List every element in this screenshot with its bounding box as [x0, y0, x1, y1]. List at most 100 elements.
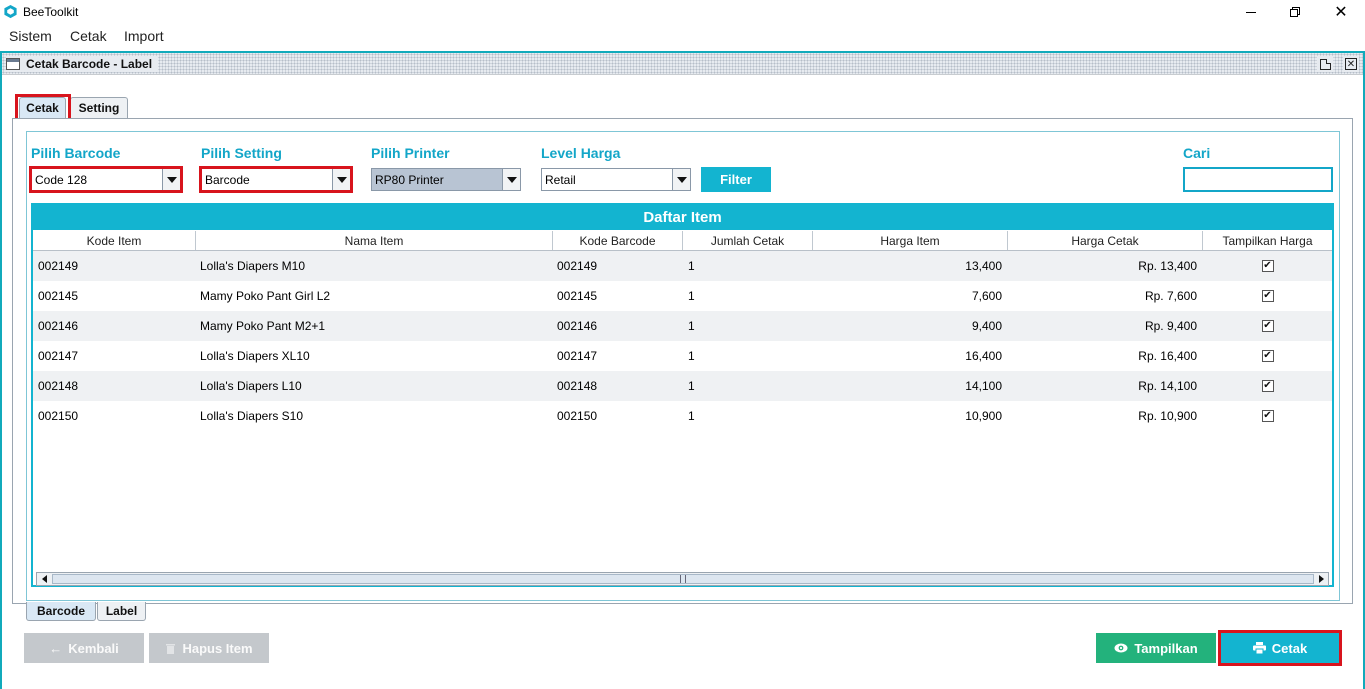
- cell-nama-item: Lolla's Diapers L10: [200, 379, 302, 393]
- checkbox-tampilkan-harga[interactable]: ✔: [1261, 320, 1274, 332]
- label-pilih-setting: Pilih Setting: [201, 145, 282, 161]
- cell-nama-item: Lolla's Diapers M10: [200, 259, 306, 273]
- close-icon: ✕: [1334, 4, 1348, 21]
- checkbox-tampilkan-harga[interactable]: ✔: [1261, 410, 1274, 422]
- col-kode-item[interactable]: Kode Item: [33, 231, 196, 250]
- horizontal-scrollbar[interactable]: [36, 572, 1329, 586]
- cell-nama-item: Mamy Poko Pant Girl L2: [200, 289, 331, 303]
- col-harga-cetak[interactable]: Harga Cetak: [1008, 231, 1203, 250]
- undock-icon: [1319, 58, 1331, 70]
- table-header: Kode Item Nama Item Kode Barcode Jumlah …: [33, 231, 1332, 251]
- title-bar: BeeToolkit ✕: [0, 0, 1365, 24]
- tampilkan-label: Tampilkan: [1134, 640, 1198, 656]
- cell-nama-item: Lolla's Diapers XL10: [200, 349, 310, 363]
- cell-kode-barcode: 002147: [557, 349, 598, 363]
- cell-kode-barcode: 002148: [557, 379, 598, 393]
- menu-bar: Sistem Cetak Import: [0, 24, 1365, 50]
- col-jumlah-cetak[interactable]: Jumlah Cetak: [683, 231, 813, 250]
- frame-close-icon: ✕: [1345, 58, 1357, 70]
- setting-select[interactable]: Barcode: [201, 168, 351, 191]
- cell-kode-item: 002146: [38, 319, 79, 333]
- menu-sistem[interactable]: Sistem: [9, 28, 52, 44]
- cell-harga-cetak: Rp. 13,400: [1138, 259, 1197, 273]
- cell-tampilkan-harga: ✔: [1203, 341, 1332, 371]
- table-row[interactable]: 002148 Lolla's Diapers L10 002148 1 14,1…: [33, 371, 1332, 401]
- cell-jumlah-cetak[interactable]: 1: [688, 251, 808, 281]
- barcode-select[interactable]: Code 128: [31, 168, 181, 191]
- chevron-down-icon[interactable]: [162, 169, 180, 190]
- hapus-item-button[interactable]: Hapus Item: [149, 633, 269, 663]
- setting-select-value: Barcode: [205, 173, 250, 187]
- table-row[interactable]: 002149 Lolla's Diapers M10 002149 1 13,4…: [33, 251, 1332, 281]
- tab-label[interactable]: Label: [97, 602, 146, 621]
- restore-button[interactable]: [1272, 0, 1318, 24]
- checkbox-tampilkan-harga[interactable]: ✔: [1261, 290, 1274, 302]
- level-harga-select[interactable]: Retail: [541, 168, 691, 191]
- hapus-item-label: Hapus Item: [182, 640, 253, 656]
- internal-frame-header: Cetak Barcode - Label ✕: [2, 53, 1363, 75]
- kembali-button[interactable]: ← Kembali: [24, 633, 144, 663]
- cell-kode-item: 002149: [38, 259, 79, 273]
- cell-harga-item: 9,400: [971, 319, 1002, 333]
- arrow-left-icon: ←: [49, 640, 63, 656]
- cell-kode-barcode: 002149: [557, 259, 598, 273]
- table-title: Daftar Item: [33, 205, 1332, 230]
- table-row[interactable]: 002146 Mamy Poko Pant M2+1 002146 1 9,40…: [33, 311, 1332, 341]
- tab-cetak[interactable]: Cetak: [19, 97, 66, 118]
- table-row[interactable]: 002145 Mamy Poko Pant Girl L2 002145 1 7…: [33, 281, 1332, 311]
- cell-harga-item: 13,400: [965, 259, 1002, 273]
- chevron-down-icon[interactable]: [502, 169, 520, 190]
- tampilkan-button[interactable]: Tampilkan: [1096, 633, 1216, 663]
- cell-kode-item: 002148: [38, 379, 79, 393]
- cell-kode-item: 002150: [38, 409, 79, 423]
- col-harga-item[interactable]: Harga Item: [813, 231, 1008, 250]
- tab-setting[interactable]: Setting: [70, 97, 128, 118]
- cell-tampilkan-harga: ✔: [1203, 311, 1332, 341]
- cell-harga-cetak: Rp. 9,400: [1144, 319, 1197, 333]
- cell-harga-cetak: Rp. 7,600: [1144, 289, 1197, 303]
- kembali-label: Kembali: [68, 640, 119, 656]
- col-kode-barcode[interactable]: Kode Barcode: [553, 231, 683, 250]
- cell-tampilkan-harga: ✔: [1203, 281, 1332, 311]
- checkbox-tampilkan-harga[interactable]: ✔: [1261, 350, 1274, 362]
- cell-kode-item: 002145: [38, 289, 79, 303]
- cell-harga-cetak: Rp. 10,900: [1138, 409, 1197, 423]
- cell-jumlah-cetak[interactable]: 1: [688, 401, 808, 431]
- cell-nama-item: Lolla's Diapers S10: [200, 409, 304, 423]
- scrollbar-thumb[interactable]: [52, 574, 1314, 584]
- cell-jumlah-cetak[interactable]: 1: [688, 311, 808, 341]
- chevron-down-icon[interactable]: [672, 169, 690, 190]
- col-tampilkan-harga[interactable]: Tampilkan Harga: [1203, 231, 1332, 250]
- printer-select[interactable]: RP80 Printer: [371, 168, 521, 191]
- item-table: Daftar Item Kode Item Nama Item Kode Bar…: [31, 203, 1334, 587]
- cell-jumlah-cetak[interactable]: 1: [688, 341, 808, 371]
- close-button[interactable]: ✕: [1318, 0, 1364, 24]
- chevron-down-icon[interactable]: [332, 169, 350, 190]
- tab-barcode[interactable]: Barcode: [26, 602, 96, 621]
- cell-tampilkan-harga: ✔: [1203, 251, 1332, 281]
- menu-cetak[interactable]: Cetak: [70, 28, 107, 44]
- cell-harga-item: 10,900: [965, 409, 1002, 423]
- cell-jumlah-cetak[interactable]: 1: [688, 371, 808, 401]
- checkbox-tampilkan-harga[interactable]: ✔: [1261, 380, 1274, 392]
- undock-button[interactable]: [1317, 56, 1333, 72]
- cetak-button[interactable]: Cetak: [1221, 633, 1339, 663]
- search-input[interactable]: [1183, 167, 1333, 192]
- checkbox-tampilkan-harga[interactable]: ✔: [1261, 260, 1274, 272]
- cell-jumlah-cetak[interactable]: 1: [688, 281, 808, 311]
- scroll-left-icon[interactable]: [37, 573, 51, 585]
- table-row[interactable]: 002147 Lolla's Diapers XL10 002147 1 16,…: [33, 341, 1332, 371]
- menu-import[interactable]: Import: [124, 28, 164, 44]
- cell-harga-item: 14,100: [965, 379, 1002, 393]
- filter-button[interactable]: Filter: [701, 167, 771, 192]
- cell-nama-item: Mamy Poko Pant M2+1: [200, 319, 326, 333]
- app-title: BeeToolkit: [23, 5, 79, 19]
- frame-close-button[interactable]: ✕: [1343, 56, 1359, 72]
- minimize-button[interactable]: [1228, 0, 1274, 24]
- cetak-label: Cetak: [1271, 640, 1308, 656]
- scroll-right-icon[interactable]: [1314, 573, 1328, 585]
- label-pilih-barcode: Pilih Barcode: [31, 145, 121, 161]
- col-nama-item[interactable]: Nama Item: [196, 231, 553, 250]
- table-row[interactable]: 002150 Lolla's Diapers S10 002150 1 10,9…: [33, 401, 1332, 431]
- cell-kode-barcode: 002145: [557, 289, 598, 303]
